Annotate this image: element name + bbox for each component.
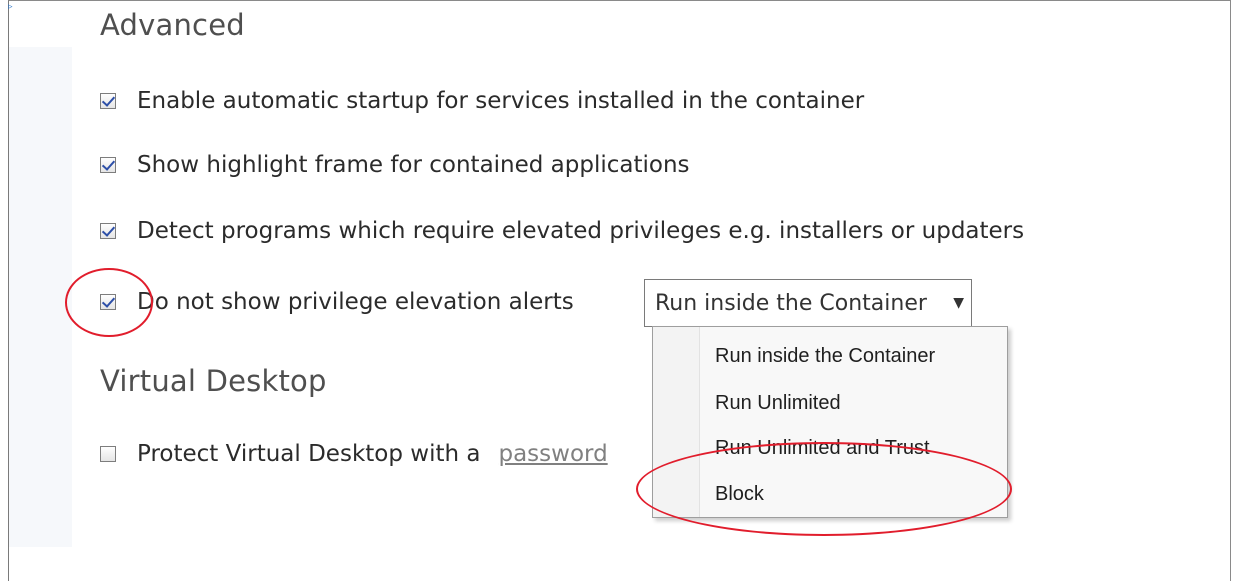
highlight-frame-label: Show highlight frame for contained appli…: [137, 152, 690, 178]
auto-startup-option[interactable]: Enable automatic startup for services in…: [100, 85, 864, 117]
menu-item-block[interactable]: Block: [715, 480, 764, 508]
menu-item-run-unlimited-trust[interactable]: Run Unlimited and Trust: [715, 434, 930, 462]
alert-action-dropdown-menu: Run inside the Container Run Unlimited R…: [652, 326, 1008, 518]
advanced-heading: Advanced: [100, 8, 245, 42]
password-link[interactable]: password: [498, 441, 607, 467]
no-elevation-alerts-checkbox[interactable]: [100, 294, 116, 310]
corner-marker-icon: ▹: [8, 2, 13, 12]
alert-action-selected: Run inside the Container: [655, 290, 927, 316]
highlight-frame-option[interactable]: Show highlight frame for contained appli…: [100, 149, 690, 181]
no-elevation-alerts-option[interactable]: Do not show privilege elevation alerts: [100, 286, 574, 318]
menu-item-run-unlimited[interactable]: Run Unlimited: [715, 389, 841, 417]
protect-virtual-desktop-checkbox[interactable]: [100, 446, 116, 462]
auto-startup-checkbox[interactable]: [100, 93, 116, 109]
menu-gutter: [653, 327, 700, 517]
protect-virtual-desktop-label: Protect Virtual Desktop with a: [137, 441, 481, 467]
no-elevation-alerts-label: Do not show privilege elevation alerts: [137, 289, 574, 315]
detect-elevated-checkbox[interactable]: [100, 223, 116, 239]
detect-elevated-label: Detect programs which require elevated p…: [137, 218, 1025, 244]
alert-action-dropdown[interactable]: Run inside the Container ▼: [644, 279, 972, 327]
chevron-down-icon[interactable]: ▼: [953, 295, 964, 311]
highlight-frame-checkbox[interactable]: [100, 157, 116, 173]
menu-item-run-inside-container[interactable]: Run inside the Container: [715, 342, 935, 370]
protect-virtual-desktop-option[interactable]: Protect Virtual Desktop with a password: [100, 438, 608, 470]
virtual-desktop-heading: Virtual Desktop: [100, 364, 327, 398]
detect-elevated-option[interactable]: Detect programs which require elevated p…: [100, 215, 1024, 247]
auto-startup-label: Enable automatic startup for services in…: [137, 88, 865, 114]
left-navigation-strip: [9, 47, 72, 547]
